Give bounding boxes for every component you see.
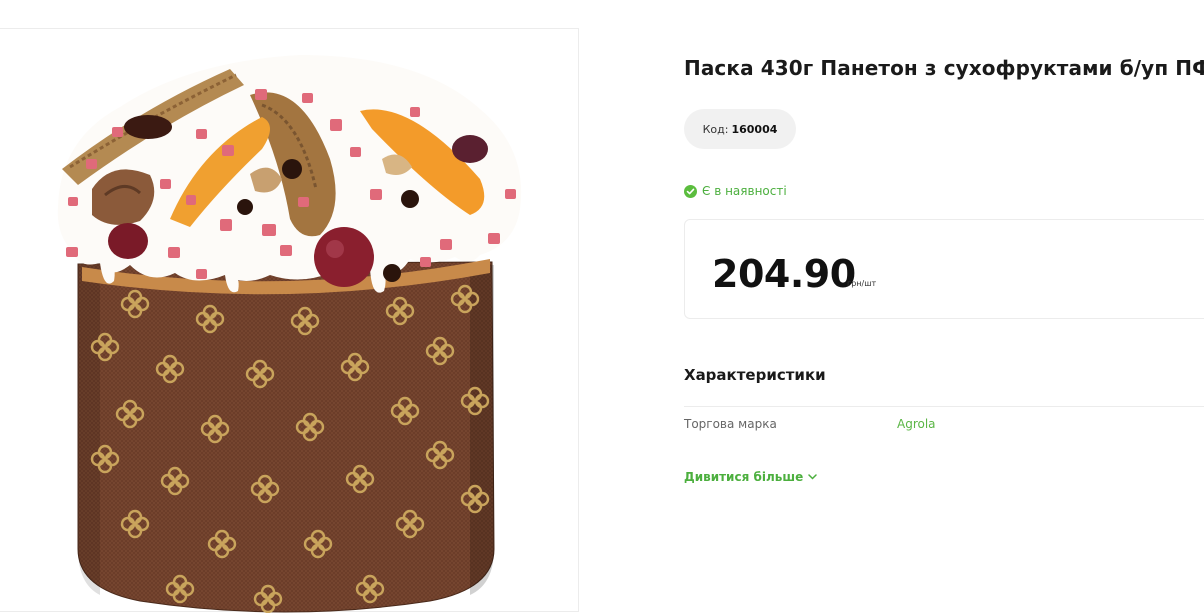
specs-divider: [684, 406, 1204, 407]
product-image-frame[interactable]: [0, 28, 579, 613]
product-code-badge: Код: 160004: [684, 109, 796, 149]
price-box: 204.90 грн/шт: [684, 219, 1204, 319]
product-title: Паска 430г Панетон з сухофруктами б/уп П…: [684, 56, 1204, 80]
see-more-label: Дивитися більше: [684, 470, 804, 484]
specs-title: Характеристики: [684, 366, 826, 384]
product-code-value: 160004: [731, 122, 778, 136]
availability-status: Є в наявності: [684, 184, 787, 198]
product-code-label: Код:: [702, 122, 729, 136]
price-unit: грн/шт: [847, 279, 877, 288]
chevron-down-icon: [808, 474, 817, 480]
spec-row-value-brand[interactable]: Agrola: [897, 417, 936, 431]
price-value: 204.90: [712, 252, 856, 296]
check-circle-icon: [684, 184, 697, 198]
spec-row-label: Торгова марка: [684, 417, 777, 431]
product-image: [57, 55, 522, 613]
see-more-link[interactable]: Дивитися більше: [684, 470, 817, 484]
availability-label: Є в наявності: [702, 184, 787, 198]
